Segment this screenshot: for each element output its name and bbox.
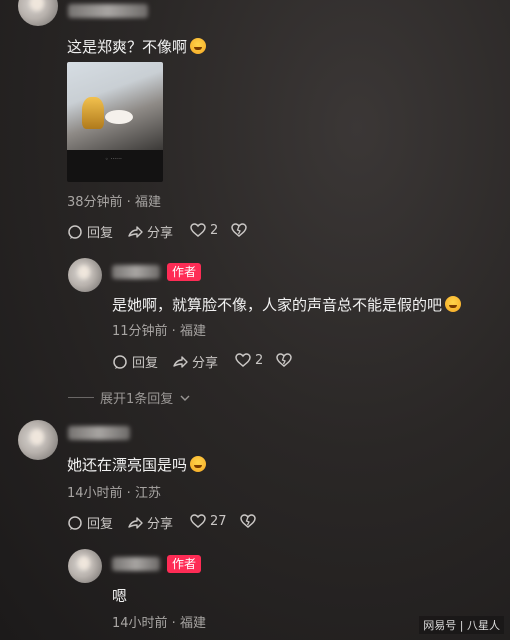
like-button[interactable]: 2 [190, 222, 218, 238]
author-avatar[interactable] [68, 549, 102, 583]
comment-text: 她还在漂亮国是吗 [67, 454, 207, 475]
share-button[interactable]: 分享 [127, 222, 173, 241]
comment-meta: 14小时前 · 江苏 [67, 486, 161, 501]
share-icon [128, 516, 143, 529]
author-badge: 作者 [167, 263, 202, 281]
share-button[interactable]: 分享 [172, 352, 218, 371]
share-button[interactable]: 分享 [127, 513, 173, 532]
laugh-emoji-icon [190, 38, 207, 54]
expand-replies-label: 展开1条回复 [100, 392, 174, 407]
reply-icon [68, 224, 82, 239]
reply-meta: 11分钟前 · 福建 [112, 324, 206, 339]
source-watermark: 网易号 | 八星人 [419, 616, 504, 634]
reply-button[interactable]: 回复 [112, 352, 158, 371]
heart-icon [235, 353, 251, 367]
like-button[interactable]: 2 [235, 352, 263, 368]
crying-emoji-icon [190, 456, 207, 472]
chevron-down-icon [180, 395, 190, 401]
dislike-button[interactable] [240, 513, 256, 529]
blurred-username-top[interactable] [68, 4, 148, 18]
heart-icon [190, 514, 206, 528]
dislike-button[interactable] [231, 222, 247, 238]
reply-icon [68, 515, 82, 530]
comment-image[interactable]: ◦ ······ [67, 62, 163, 182]
author-badge: 作者 [167, 555, 202, 573]
comment-meta: 38分钟前 · 福建 [67, 195, 161, 210]
dislike-heart-icon [276, 353, 292, 367]
commenter-avatar-top[interactable] [18, 0, 58, 26]
laugh-emoji-icon [445, 296, 462, 312]
commenter-avatar[interactable] [18, 420, 58, 460]
expand-replies-button[interactable]: 展开1条回复 [68, 388, 191, 407]
reply-text: 嗯 [112, 587, 128, 605]
like-button[interactable]: 27 [190, 513, 227, 529]
blurred-username[interactable] [68, 426, 130, 440]
share-icon [173, 355, 188, 368]
divider-line [68, 397, 94, 398]
reply-icon [113, 354, 127, 369]
reply-meta: 14小时前 · 福建 [112, 616, 206, 631]
share-icon [128, 225, 143, 238]
blurred-username[interactable] [112, 557, 160, 571]
dislike-heart-icon [231, 223, 247, 237]
heart-icon [190, 223, 206, 237]
comment-text: 这是郑爽？不像啊 [67, 36, 207, 57]
reply-button[interactable]: 回复 [67, 222, 113, 241]
author-avatar[interactable] [68, 258, 102, 292]
blurred-username[interactable] [112, 265, 160, 279]
dislike-heart-icon [240, 514, 256, 528]
reply-button[interactable]: 回复 [67, 513, 113, 532]
reply-text: 是她啊，就算脸不像，人家的声音总不能是假的吧 [112, 294, 462, 315]
dislike-button[interactable] [276, 352, 292, 368]
